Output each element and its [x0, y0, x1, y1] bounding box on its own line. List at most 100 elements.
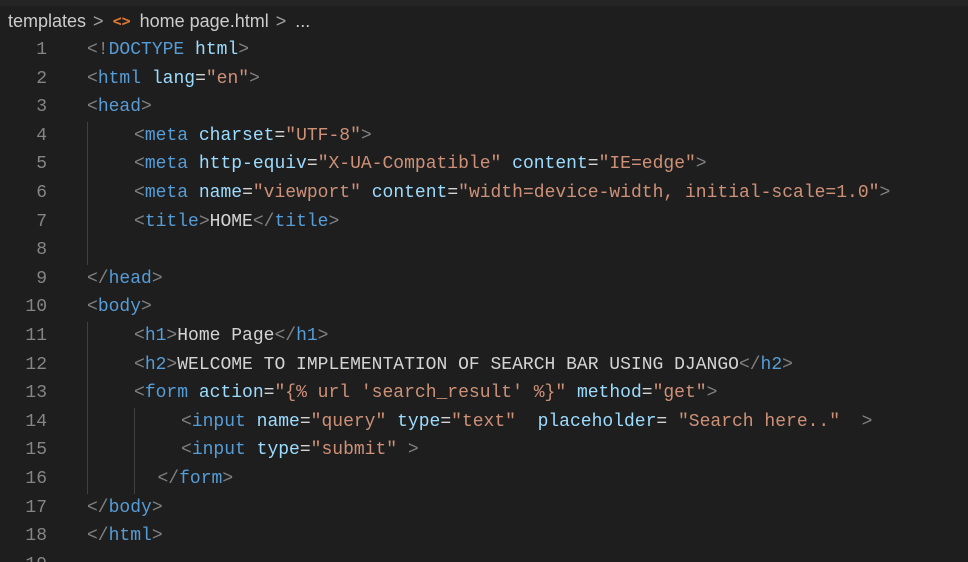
indent-guide: [134, 407, 135, 437]
code-token: name: [256, 411, 300, 432]
code-token: >: [141, 97, 152, 118]
code-token: WELCOME TO IMPLEMENTATION OF SEARCH BAR …: [177, 354, 739, 375]
code-token: content: [512, 154, 588, 175]
code-token: HOME: [209, 211, 253, 232]
code-token: content: [371, 182, 448, 203]
code-line[interactable]: 18 </html>: [0, 522, 968, 551]
code-token: body: [97, 297, 142, 318]
code-text: </html>: [87, 522, 163, 551]
code-token: charset: [198, 125, 275, 146]
code-text: </body>: [87, 494, 163, 523]
line-number: 5: [36, 154, 47, 175]
code-line[interactable]: 5 <meta http-equiv="X-UA-Compatible" cont…: [0, 150, 968, 179]
code-editor[interactable]: 1 <!DOCTYPE html> 2 <html lang="en"> 3 <head>…: [0, 36, 968, 562]
code-token: <: [181, 411, 192, 432]
code-token: "Search here..": [678, 411, 841, 432]
indent-guide: [134, 464, 135, 494]
code-text: <input name="query" type="text" placehol…: [181, 408, 872, 437]
code-token: </: [87, 526, 109, 547]
code-token: <: [87, 68, 98, 89]
code-line[interactable]: 10 <body>: [0, 293, 968, 322]
code-token: >: [222, 468, 234, 489]
code-line[interactable]: 17 </body>: [0, 494, 968, 523]
line-number: 1: [36, 40, 47, 60]
breadcrumb-folder[interactable]: templates: [8, 11, 86, 32]
breadcrumb: templates > <> home page.html > ...: [0, 6, 968, 36]
indent-guide: [134, 436, 135, 465]
line-number: 13: [25, 383, 47, 404]
code-token: =: [242, 182, 253, 203]
code-token: <!: [87, 40, 109, 60]
code-token: input: [191, 440, 246, 461]
code-token: "text": [451, 411, 516, 432]
code-token: html: [108, 526, 152, 547]
code-token: >: [407, 440, 419, 461]
code-token: form: [144, 383, 189, 404]
indent-guide: [87, 350, 88, 380]
code-token: =: [195, 68, 206, 89]
code-token: >: [695, 154, 707, 175]
code-text: <!DOCTYPE html>: [87, 36, 249, 65]
code-token: <: [134, 125, 145, 146]
code-text: <input type="submit" >: [181, 436, 419, 465]
line-number: 10: [25, 297, 47, 318]
code-line[interactable]: 8: [0, 236, 968, 265]
code-text: <title>HOME</title>: [134, 208, 339, 237]
line-number: 11: [25, 325, 47, 346]
code-token: h1: [144, 325, 167, 346]
code-token: =: [587, 154, 599, 175]
code-line[interactable]: 14 <input name="query" type="text" placeh…: [0, 407, 968, 437]
code-token: </: [252, 211, 275, 232]
code-token: "submit": [310, 440, 398, 461]
code-token: type: [256, 440, 300, 461]
code-line[interactable]: 19: [0, 551, 968, 562]
code-token: </: [87, 497, 109, 518]
code-line[interactable]: 3 <head>: [0, 93, 968, 122]
code-line[interactable]: 12 <h2>WELCOME TO IMPLEMENTATION OF SEARC…: [0, 350, 968, 380]
code-line[interactable]: 6 <meta name="viewport" content="width=de…: [0, 178, 968, 208]
code-line[interactable]: 16 </form>: [0, 464, 968, 494]
indent-guide: [87, 236, 88, 265]
code-token: =: [306, 154, 318, 175]
chevron-right-icon: >: [275, 10, 287, 31]
code-line[interactable]: 9 </head>: [0, 265, 968, 294]
code-line[interactable]: 4 <meta charset="UTF-8">: [0, 121, 968, 151]
indent-guide: [87, 207, 88, 237]
code-line[interactable]: 15 <input type="submit" >: [0, 436, 968, 465]
code-token: "width=device-width, initial-scale=1.0": [458, 182, 880, 203]
line-number: 15: [25, 440, 47, 461]
line-number: 6: [36, 182, 47, 203]
line-number: 8: [36, 240, 47, 261]
code-token: title: [274, 211, 329, 232]
code-text: </head>: [87, 265, 163, 294]
code-token: h2: [144, 354, 167, 375]
code-token: >: [782, 354, 793, 375]
code-token: "{% url 'search_result' %}": [274, 383, 567, 404]
code-line[interactable]: 7 <title>HOME</title>: [0, 207, 968, 237]
line-number: 12: [25, 354, 47, 375]
indent-guide: [87, 379, 88, 408]
code-token: =: [440, 411, 452, 432]
code-line[interactable]: 13 <form action="{% url 'search_result' %…: [0, 379, 968, 408]
code-token: <: [134, 325, 145, 346]
breadcrumb-more[interactable]: ...: [295, 11, 310, 32]
chevron-right-icon: >: [93, 10, 104, 31]
code-token: =: [263, 383, 275, 404]
code-token: "X-UA-Compatible": [317, 154, 502, 175]
html-file-icon: <>: [112, 12, 131, 30]
indent-guide: [87, 150, 88, 179]
code-text: <html lang="en">: [87, 65, 260, 94]
code-token: head: [108, 268, 152, 289]
code-token: >: [166, 325, 178, 346]
code-token: lang: [151, 68, 196, 89]
code-token: "get": [652, 383, 707, 404]
breadcrumb-file[interactable]: home page.html: [140, 11, 269, 32]
code-line[interactable]: 1 <!DOCTYPE html>: [0, 36, 968, 65]
code-line[interactable]: 2 <html lang="en">: [0, 65, 968, 94]
code-line[interactable]: 11 <h1>Home Page</h1>: [0, 321, 968, 351]
